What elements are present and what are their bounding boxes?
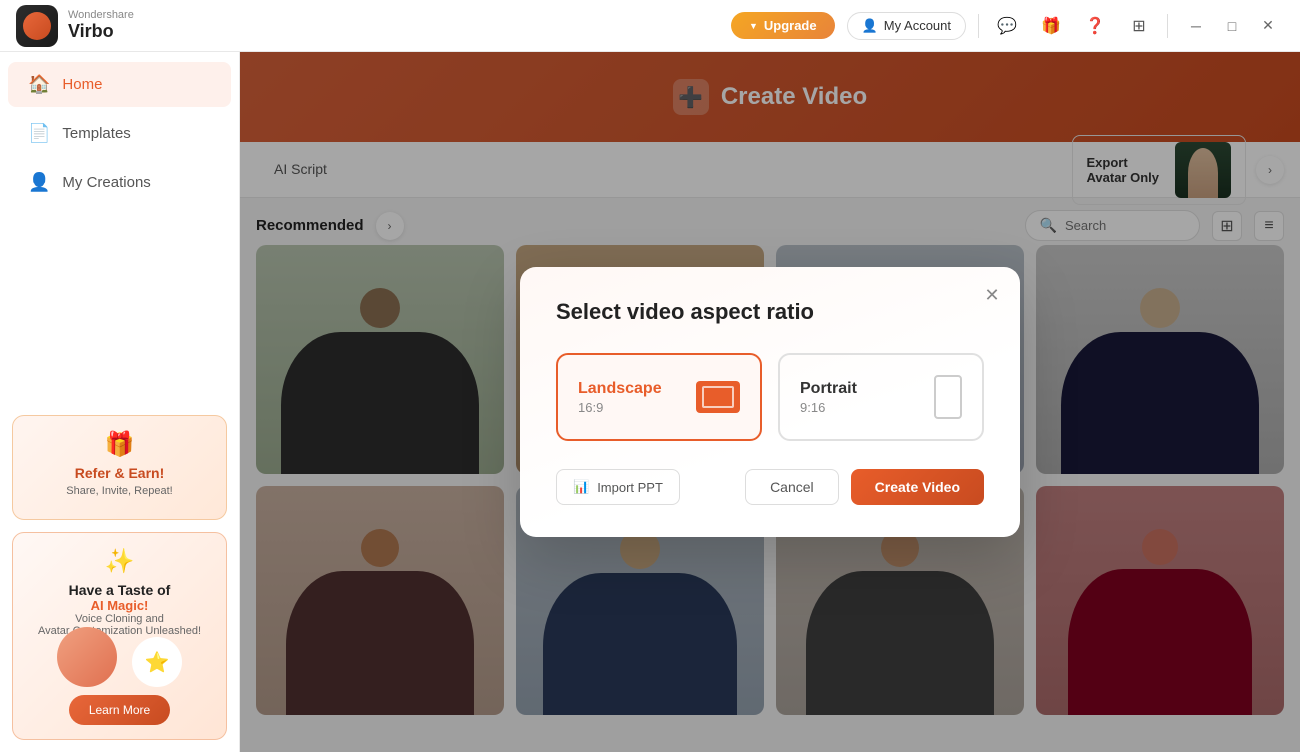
logo-icon-inner — [23, 12, 51, 40]
modal-close-button[interactable]: ✕ — [978, 281, 1006, 309]
aspect-landscape-info: Landscape 16:9 — [578, 380, 662, 415]
promo-ai-title: Have a Taste of — [27, 582, 212, 598]
title-bar: Wondershare Virbo Upgrade 👤 My Account 💬… — [0, 0, 1300, 52]
aspect-portrait-info: Portrait 9:16 — [800, 380, 857, 415]
close-button[interactable]: ✕ — [1252, 10, 1284, 42]
avatar-preview-2: ⭐ — [132, 637, 182, 687]
separator — [978, 14, 979, 38]
sidebar: 🏠 Home 📄 Templates 👤 My Creations 🎁 Refe… — [0, 52, 240, 752]
sidebar-item-my-creations[interactable]: 👤 My Creations — [8, 160, 231, 205]
logo-icon — [16, 5, 58, 47]
modal-action-buttons: Cancel Create Video — [745, 469, 984, 505]
ppt-icon: 📊 — [573, 479, 589, 495]
my-account-button[interactable]: 👤 My Account — [847, 12, 966, 40]
maximize-button[interactable]: □ — [1216, 10, 1248, 42]
account-icon: 👤 — [862, 18, 878, 34]
window-controls: ─ □ ✕ — [1180, 10, 1284, 42]
landscape-label: Landscape — [578, 380, 662, 398]
modal-title: Select video aspect ratio — [556, 299, 984, 325]
gift-icon-button[interactable]: 🎁 — [1035, 10, 1067, 42]
message-icon-button[interactable]: 💬 — [991, 10, 1023, 42]
cancel-button[interactable]: Cancel — [745, 469, 839, 505]
promo-refer-card[interactable]: 🎁 Refer & Earn! Share, Invite, Repeat! — [12, 415, 227, 520]
aspect-landscape-card[interactable]: Landscape 16:9 — [556, 353, 762, 441]
portrait-label: Portrait — [800, 380, 857, 398]
my-creations-icon: 👤 — [28, 172, 50, 193]
modal-footer: 📊 Import PPT Cancel Create Video — [556, 469, 984, 505]
landscape-icon — [696, 381, 740, 413]
titlebar-actions: Upgrade 👤 My Account 💬 🎁 ❓ ⊞ ─ □ ✕ — [731, 10, 1284, 42]
modal-overlay: ✕ Select video aspect ratio Landscape 16… — [240, 52, 1300, 752]
sidebar-bottom: 🎁 Refer & Earn! Share, Invite, Repeat! ✨… — [0, 403, 239, 752]
app-name: Virbo — [68, 21, 134, 42]
create-video-modal-button[interactable]: Create Video — [851, 469, 984, 505]
separator-2 — [1167, 14, 1168, 38]
app-logo: Wondershare Virbo — [16, 5, 256, 47]
brand-name: Wondershare — [68, 9, 134, 21]
apps-icon-button[interactable]: ⊞ — [1123, 10, 1155, 42]
minimize-button[interactable]: ─ — [1180, 10, 1212, 42]
promo-refer-title: Refer & Earn! — [27, 465, 212, 481]
sidebar-item-home-label: Home — [62, 76, 102, 93]
promo-refer-subtitle: Share, Invite, Repeat! — [27, 485, 212, 497]
avatar-preview-1 — [57, 627, 117, 687]
landscape-ratio: 16:9 — [578, 400, 662, 415]
import-ppt-label: Import PPT — [597, 480, 663, 495]
sidebar-item-home[interactable]: 🏠 Home — [8, 62, 231, 107]
aspect-ratio-modal: ✕ Select video aspect ratio Landscape 16… — [520, 267, 1020, 537]
import-ppt-button[interactable]: 📊 Import PPT — [556, 469, 680, 505]
aspect-portrait-card[interactable]: Portrait 9:16 — [778, 353, 984, 441]
my-account-label: My Account — [884, 18, 951, 33]
promo-ai-icons: ✨ — [27, 547, 212, 576]
sidebar-item-my-creations-label: My Creations — [62, 174, 150, 191]
promo-refer-icons: 🎁 — [27, 430, 212, 459]
promo-ai-highlight: AI Magic! — [27, 598, 212, 613]
sidebar-item-templates-label: Templates — [62, 125, 130, 142]
upgrade-button[interactable]: Upgrade — [731, 12, 835, 39]
help-icon-button[interactable]: ❓ — [1079, 10, 1111, 42]
main-layout: 🏠 Home 📄 Templates 👤 My Creations 🎁 Refe… — [0, 52, 1300, 752]
aspect-options: Landscape 16:9 Portrait 9:16 — [556, 353, 984, 441]
promo-ai-body: Voice Cloning andAvatar Customization Un… — [27, 613, 212, 637]
templates-icon: 📄 — [28, 123, 50, 144]
portrait-icon — [934, 375, 962, 419]
home-icon: 🏠 — [28, 74, 50, 95]
content-area: ➕ Create Video AI Script Export Avatar O… — [240, 52, 1300, 752]
promo-ai-card: ✨ Have a Taste of AI Magic! Voice Clonin… — [12, 532, 227, 740]
sidebar-item-templates[interactable]: 📄 Templates — [8, 111, 231, 156]
learn-more-button[interactable]: Learn More — [69, 695, 170, 725]
portrait-ratio: 9:16 — [800, 400, 857, 415]
logo-text: Wondershare Virbo — [68, 9, 134, 42]
